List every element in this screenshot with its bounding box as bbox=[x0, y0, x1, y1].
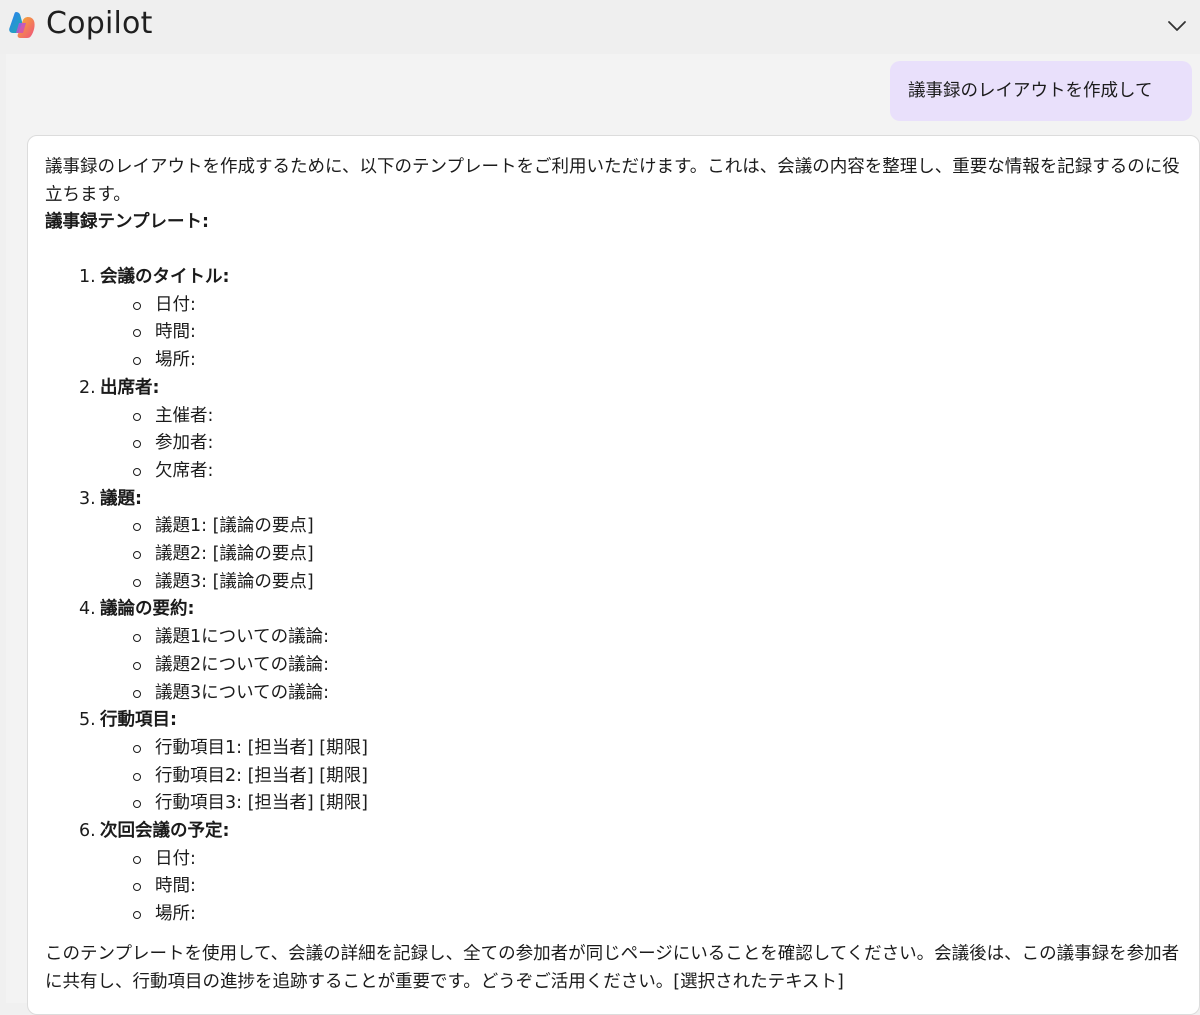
sub-item-text: 参加者: bbox=[155, 433, 214, 454]
sub-item-text: 場所: bbox=[155, 350, 196, 371]
section-item: 3. 議題: 議題1: [議論の要点] 議題2: [議論の要点] 議題3: [議… bbox=[28, 486, 368, 597]
sub-item: 議題3についての議論: bbox=[28, 680, 368, 708]
template-sections: 1. 会議のタイトル: 日付: 時間: 場所: 2. 出席者: 主催者: 参加者… bbox=[28, 264, 368, 929]
sub-item-text: 主催者: bbox=[155, 405, 214, 426]
section-item: 2. 出席者: 主催者: 参加者: 欠席者: bbox=[28, 375, 368, 486]
sub-item: 議題3: [議論の要点] bbox=[28, 569, 368, 597]
bullet-circle-icon bbox=[133, 883, 141, 892]
section-title: 出席者: bbox=[100, 377, 160, 398]
bullet-circle-icon bbox=[133, 855, 141, 864]
sub-item: 行動項目3: [担当者] [期限] bbox=[28, 790, 368, 818]
bullet-circle-icon bbox=[133, 329, 141, 338]
section-number: 3. bbox=[79, 488, 96, 509]
app-header: Copilot bbox=[0, 0, 1200, 54]
section-sublist: 議題1: [議論の要点] 議題2: [議論の要点] 議題3: [議論の要点] bbox=[28, 513, 368, 596]
sub-item-text: 議題3についての議論: bbox=[155, 682, 330, 703]
section-item: 1. 会議のタイトル: 日付: 時間: 場所: bbox=[28, 264, 368, 375]
bullet-circle-icon bbox=[133, 661, 141, 670]
sub-item: 日付: bbox=[28, 292, 368, 320]
section-sublist: 日付: 時間: 場所: bbox=[28, 292, 368, 375]
chevron-down-icon[interactable] bbox=[1166, 16, 1188, 36]
sub-item: 行動項目2: [担当者] [期限] bbox=[28, 763, 368, 791]
sub-item-text: 欠席者: bbox=[155, 460, 214, 481]
section-number: 5. bbox=[79, 710, 96, 731]
bullet-circle-icon bbox=[133, 551, 141, 560]
section-number: 2. bbox=[79, 377, 96, 398]
section-title: 会議のタイトル: bbox=[100, 267, 230, 287]
section-title: 次回会議の予定: bbox=[100, 821, 230, 842]
bullet-circle-icon bbox=[133, 523, 141, 532]
assistant-outro-text: このテンプレートを使用して、会議の詳細を記録し、全ての参加者が同じページにいるこ… bbox=[45, 944, 1180, 992]
user-message-bubble: 議事録のレイアウトを作成して bbox=[890, 61, 1192, 121]
sub-item-text: 時間: bbox=[155, 322, 196, 343]
assistant-intro-text: 議事録のレイアウトを作成するために、以下のテンプレートをご利用いただけます。これ… bbox=[45, 157, 1180, 205]
section-sublist: 日付: 時間: 場所: bbox=[28, 846, 368, 929]
sub-item: 日付: bbox=[28, 846, 368, 874]
sub-item-text: 行動項目2: [担当者] [期限] bbox=[155, 765, 368, 786]
section-sublist: 主催者: 参加者: 欠席者: bbox=[28, 403, 368, 486]
bullet-circle-icon bbox=[133, 467, 141, 476]
sub-item-text: 日付: bbox=[155, 294, 196, 315]
sub-item: 参加者: bbox=[28, 430, 368, 458]
sub-item-text: 議題1についての議論: bbox=[155, 627, 330, 648]
sub-item-text: 議題3: [議論の要点] bbox=[155, 571, 314, 592]
section-number: 1. bbox=[79, 267, 96, 287]
section-item: 5. 行動項目: 行動項目1: [担当者] [期限] 行動項目2: [担当者] … bbox=[28, 707, 368, 818]
sub-item-text: 行動項目1: [担当者] [期限] bbox=[155, 737, 368, 758]
sub-item-text: 場所: bbox=[155, 904, 196, 925]
bullet-circle-icon bbox=[133, 634, 141, 643]
bullet-circle-icon bbox=[133, 689, 141, 698]
bullet-circle-icon bbox=[133, 412, 141, 421]
section-number: 6. bbox=[79, 821, 96, 842]
sub-item: 議題1についての議論: bbox=[28, 624, 368, 652]
sub-item-text: 議題2: [議論の要点] bbox=[155, 544, 314, 565]
section-title: 議題: bbox=[100, 488, 142, 509]
section-sublist: 行動項目1: [担当者] [期限] 行動項目2: [担当者] [期限] 行動項目… bbox=[28, 735, 368, 818]
bullet-circle-icon bbox=[133, 301, 141, 310]
assistant-message-card: 議事録のレイアウトを作成するために、以下のテンプレートをご利用いただけます。これ… bbox=[27, 135, 1200, 1015]
sub-item: 議題1: [議論の要点] bbox=[28, 513, 368, 541]
section-sublist: 議題1についての議論: 議題2についての議論: 議題3についての議論: bbox=[28, 624, 368, 707]
sub-item: 欠席者: bbox=[28, 458, 368, 486]
app-title: Copilot bbox=[46, 6, 153, 41]
section-number: 4. bbox=[79, 599, 96, 620]
sub-item-text: 議題2についての議論: bbox=[155, 654, 330, 675]
sub-item: 議題2: [議論の要点] bbox=[28, 541, 368, 569]
section-title: 議論の要約: bbox=[100, 599, 195, 620]
sub-item-text: 日付: bbox=[155, 848, 196, 869]
section-item: 4. 議論の要約: 議題1についての議論: 議題2についての議論: 議題3につい… bbox=[28, 596, 368, 707]
bullet-circle-icon bbox=[133, 800, 141, 809]
bullet-circle-icon bbox=[133, 578, 141, 587]
sub-item: 行動項目1: [担当者] [期限] bbox=[28, 735, 368, 763]
bullet-circle-icon bbox=[133, 744, 141, 753]
template-title: 議事録テンプレート: bbox=[45, 212, 209, 232]
bullet-circle-icon bbox=[133, 911, 141, 920]
copilot-logo-icon bbox=[9, 12, 35, 38]
chat-area[interactable]: 議事録のレイアウトを作成して 議事録のレイアウトを作成するために、以下のテンプレ… bbox=[6, 54, 1200, 1015]
section-item: 6. 次回会議の予定: 日付: 時間: 場所: bbox=[28, 818, 368, 929]
bullet-circle-icon bbox=[133, 357, 141, 366]
sub-item: 主催者: bbox=[28, 403, 368, 431]
sub-item: 時間: bbox=[28, 873, 368, 901]
bullet-circle-icon bbox=[133, 440, 141, 449]
sub-item-text: 時間: bbox=[155, 876, 196, 897]
sub-item-text: 議題1: [議論の要点] bbox=[155, 516, 314, 537]
sub-item-text: 行動項目3: [担当者] [期限] bbox=[155, 793, 368, 814]
sub-item: 議題2についての議論: bbox=[28, 652, 368, 680]
sub-item: 時間: bbox=[28, 319, 368, 347]
sub-item: 場所: bbox=[28, 347, 368, 375]
sub-item: 場所: bbox=[28, 901, 368, 929]
bullet-circle-icon bbox=[133, 772, 141, 781]
section-title: 行動項目: bbox=[100, 710, 177, 731]
